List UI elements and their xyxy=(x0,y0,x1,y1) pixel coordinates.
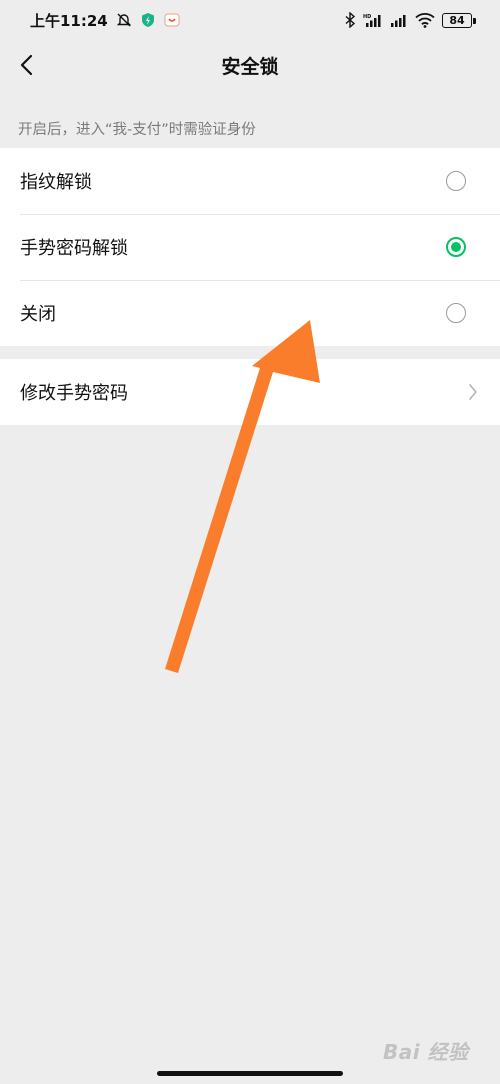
option-off[interactable]: 关闭 xyxy=(0,280,500,346)
page-title: 安全锁 xyxy=(221,55,279,78)
lock-options-group: 指纹解锁 手势密码解锁 关闭 xyxy=(0,148,500,346)
signal-icon: HD xyxy=(363,13,383,27)
chevron-left-icon xyxy=(20,54,33,76)
option-fingerprint-unlock[interactable]: 指纹解锁 xyxy=(0,148,500,214)
option-label: 关闭 xyxy=(20,304,56,325)
status-bar: 上午11:24 HD 84 xyxy=(0,0,500,40)
section-hint: 开启后，进入“我-支付”时需验证身份 xyxy=(18,122,256,138)
back-button[interactable] xyxy=(12,50,42,80)
status-bar-left: 上午11:24 xyxy=(30,10,180,31)
watermark: Bai 经验 xyxy=(383,1040,469,1064)
battery-level: 84 xyxy=(449,13,465,27)
svg-text:HD: HD xyxy=(363,14,371,20)
bell-muted-icon xyxy=(116,12,132,28)
shield-icon xyxy=(140,12,156,28)
battery-icon: 84 xyxy=(442,12,476,28)
option-label: 指纹解锁 xyxy=(20,172,92,193)
chevron-right-icon xyxy=(469,384,477,400)
status-bar-right: HD 84 xyxy=(344,12,476,28)
option-label: 手势密码解锁 xyxy=(20,238,128,259)
radio-unselected[interactable] xyxy=(446,303,466,323)
change-gesture-group: 修改手势密码 xyxy=(0,359,500,425)
status-time: 上午11:24 xyxy=(30,11,108,30)
radio-unselected[interactable] xyxy=(446,171,466,191)
home-indicator[interactable] xyxy=(157,1071,343,1076)
nav-header: 安全锁 xyxy=(0,40,500,90)
app-notification-icon xyxy=(164,12,180,28)
change-gesture-password-label: 修改手势密码 xyxy=(20,383,128,404)
wifi-icon xyxy=(415,12,435,28)
radio-selected[interactable] xyxy=(446,237,466,257)
signal-icon xyxy=(390,13,408,27)
option-gesture-unlock[interactable]: 手势密码解锁 xyxy=(0,214,500,280)
bluetooth-icon xyxy=(344,12,356,28)
change-gesture-password-item[interactable]: 修改手势密码 xyxy=(0,359,500,425)
